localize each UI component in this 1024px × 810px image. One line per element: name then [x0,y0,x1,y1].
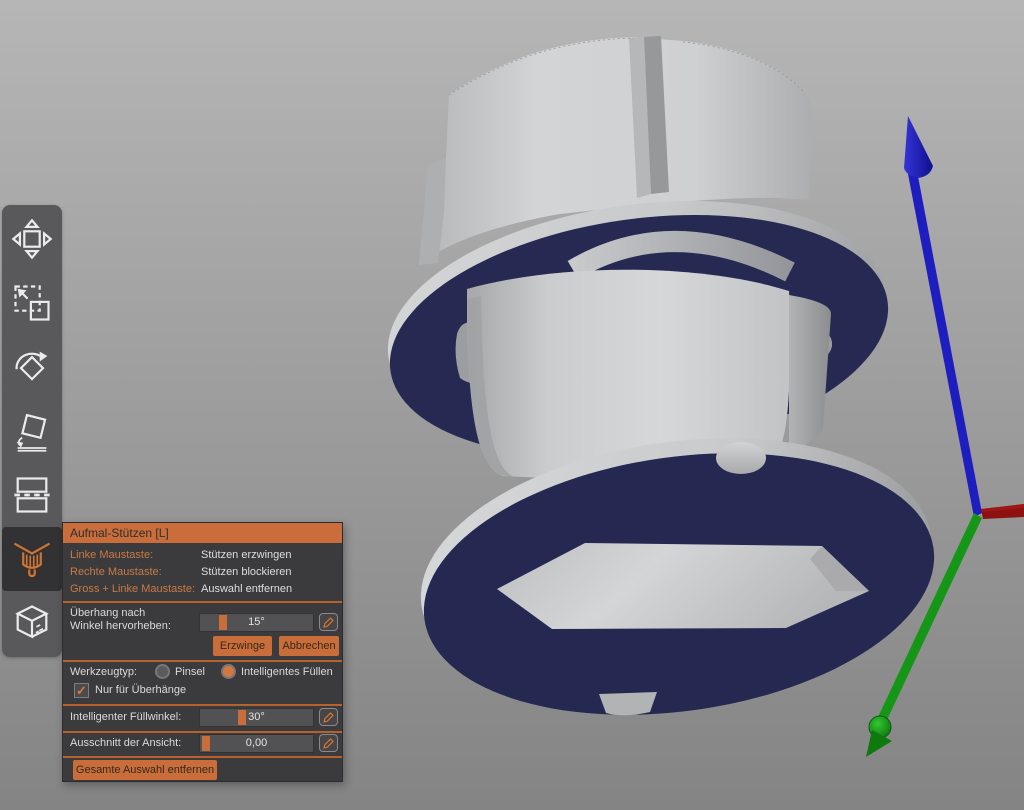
highlight-angle-value: 15° [200,614,313,631]
pencil-icon [322,737,335,750]
hint-shift-mouse-label: Gross + Linke Maustaste: [70,583,195,595]
hint-right-mouse-label: Rechte Maustaste: [70,566,162,578]
cut-icon [10,473,54,517]
radio-smart-fill[interactable] [221,664,236,679]
clipping-edit-button[interactable] [319,734,338,752]
tool-move[interactable] [2,207,62,271]
gizmo-toolbar [2,205,62,657]
separator [63,704,342,706]
paint-supports-brush-icon [10,537,54,581]
clipping-value: 0,00 [200,735,313,752]
place-on-face-icon [10,409,54,453]
hint-left-mouse-label: Linke Maustaste: [70,549,153,561]
tool-type-label: Werkzeugtyp: [70,666,137,678]
highlight-angle-slider[interactable]: 15° [199,613,314,632]
pencil-icon [322,711,335,724]
separator [63,756,342,758]
separator [63,660,342,662]
paint-supports-panel: Aufmal-Stützen [L] Linke Maustaste: Stüt… [62,522,343,782]
radio-brush[interactable] [155,664,170,679]
axis-gizmo [866,116,1024,757]
smart-fill-angle-label: Intelligenter Füllwinkel: [70,711,181,723]
hint-left-mouse-value: Stützen erzwingen [201,549,292,561]
z-axis-arrow [904,116,982,517]
pencil-icon [322,616,335,629]
radio-brush-label[interactable]: Pinsel [175,666,205,678]
seam-cube-icon [10,601,54,645]
tool-scale[interactable] [2,271,62,335]
hint-right-mouse-value: Stützen blockieren [201,566,292,578]
highlight-angle-edit-button[interactable] [319,613,338,631]
smart-fill-angle-slider[interactable]: 30° [199,708,314,727]
tool-rotate[interactable] [2,335,62,399]
panel-title[interactable]: Aufmal-Stützen [L] [63,523,342,543]
clipping-slider[interactable]: 0,00 [199,734,314,753]
radio-smart-fill-label[interactable]: Intelligentes Füllen [241,666,333,678]
highlight-label-line1: Überhang nach [70,607,145,619]
only-overhangs-checkbox[interactable]: ✓ [74,683,89,698]
move-icon [10,217,54,261]
tool-cut[interactable] [2,463,62,527]
tool-paint-on-supports[interactable] [2,527,62,591]
tool-seam-painting[interactable] [2,591,62,655]
cancel-button[interactable]: Abbrechen [279,636,339,656]
tool-place-on-face[interactable] [2,399,62,463]
highlight-label-line2: Winkel hervorheben: [70,620,171,632]
x-axis-arrow [981,504,1024,519]
remove-all-selection-button[interactable]: Gesamte Auswahl entfernen [73,760,217,780]
separator [63,601,342,603]
clipping-label: Ausschnitt der Ansicht: [70,737,181,749]
separator [63,731,342,733]
smart-fill-angle-value: 30° [200,709,313,726]
rotate-icon [10,345,54,389]
only-overhangs-label[interactable]: Nur für Überhänge [95,684,186,696]
hint-shift-mouse-value: Auswahl entfernen [201,583,292,595]
smart-fill-angle-edit-button[interactable] [319,708,338,726]
enforce-button[interactable]: Erzwinge [213,636,272,656]
scale-icon [10,281,54,325]
